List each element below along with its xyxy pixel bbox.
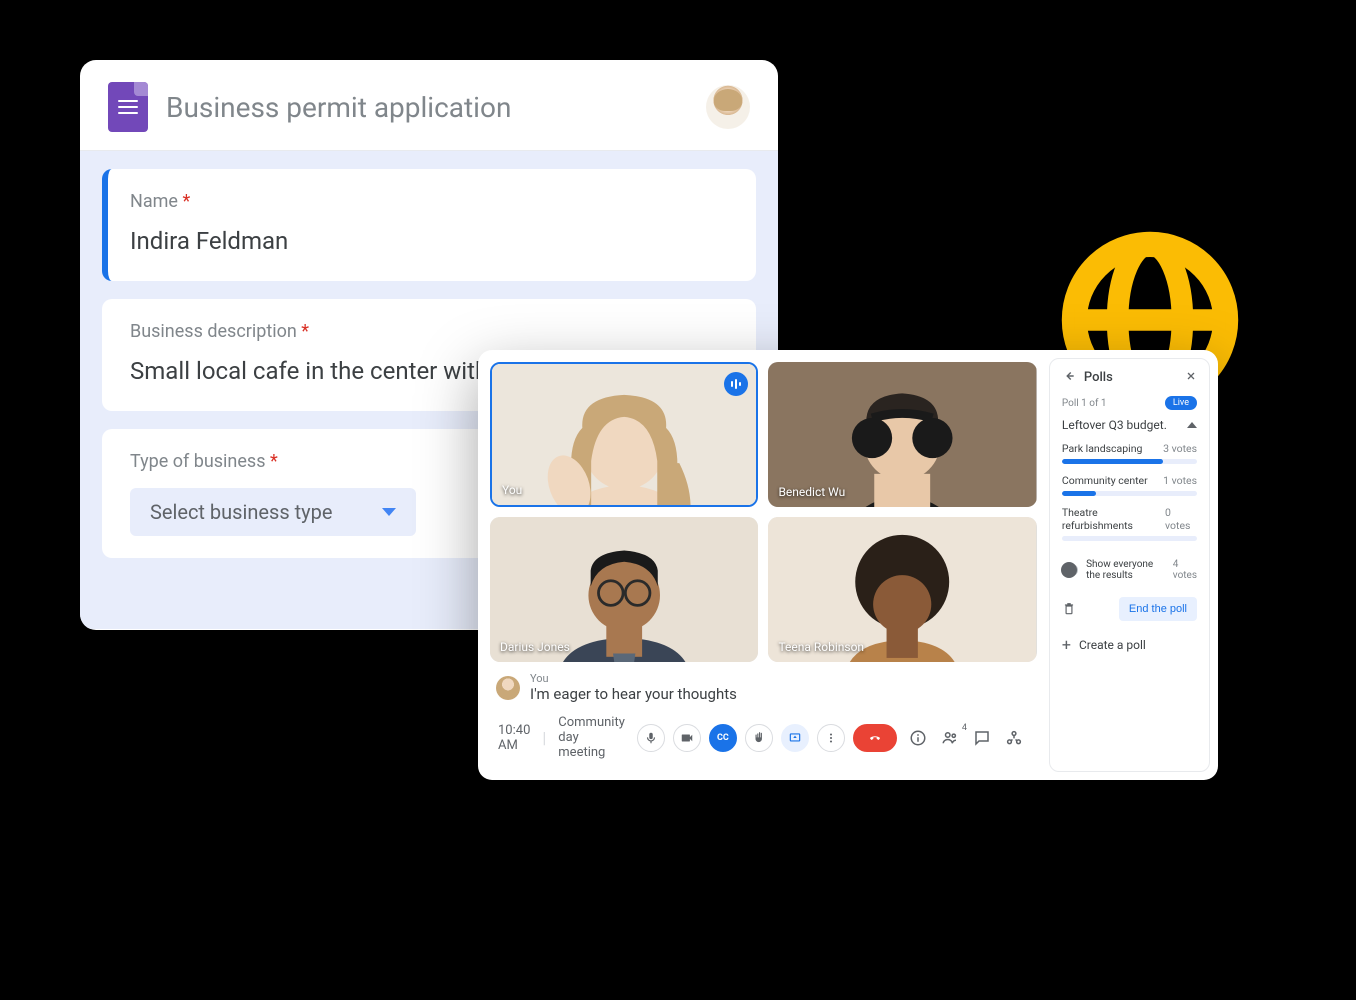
caption-row: You I'm eager to hear your thoughts xyxy=(490,662,1037,705)
option-bar xyxy=(1062,491,1096,496)
create-poll-label: Create a poll xyxy=(1079,638,1146,652)
option-bar xyxy=(1062,459,1163,464)
delete-poll-icon[interactable] xyxy=(1062,602,1076,616)
show-results-label: Show everyone the results xyxy=(1086,559,1165,581)
side-panel-icons: 4 xyxy=(909,729,1029,747)
option-label: Theatre refurbishments xyxy=(1062,506,1165,532)
polls-title: Polls xyxy=(1084,370,1177,385)
option-label: Community center xyxy=(1062,474,1148,487)
end-poll-button[interactable]: End the poll xyxy=(1119,597,1197,621)
meeting-controls: CC xyxy=(637,724,897,752)
user-avatar[interactable] xyxy=(706,85,750,129)
poll-question: Leftover Q3 budget. xyxy=(1062,418,1167,432)
meet-main: You Benedict Wu xyxy=(478,350,1049,780)
close-icon[interactable] xyxy=(1185,370,1197,385)
meet-footer: 10:40 AM | Community day meeting CC xyxy=(490,705,1037,772)
business-type-select[interactable]: Select business type xyxy=(130,488,416,536)
end-call-button[interactable] xyxy=(853,724,897,752)
meeting-time: 10:40 AM xyxy=(498,723,530,753)
question-label: Business description * xyxy=(130,321,728,342)
chevron-up-icon xyxy=(1187,422,1197,428)
plus-icon: + xyxy=(1062,635,1071,654)
poll-question-row[interactable]: Leftover Q3 budget. xyxy=(1062,418,1197,432)
poll-option[interactable]: Theatre refurbishments 0 votes xyxy=(1062,506,1197,541)
chevron-down-icon xyxy=(382,508,396,516)
poll-actions: End the poll xyxy=(1062,597,1197,621)
polls-panel: Polls Poll 1 of 1 Live Leftover Q3 budge… xyxy=(1049,358,1210,772)
create-poll-button[interactable]: + Create a poll xyxy=(1062,635,1197,654)
activities-icon[interactable] xyxy=(1005,729,1023,747)
option-votes: 1 votes xyxy=(1163,474,1197,487)
poll-number: Poll 1 of 1 xyxy=(1062,398,1107,409)
tile-name-label: Darius Jones xyxy=(500,640,570,654)
question-value[interactable]: Indira Feldman xyxy=(130,224,728,259)
show-results-toggle[interactable] xyxy=(1062,564,1078,576)
total-votes: 4 votes xyxy=(1173,559,1197,581)
option-votes: 0 votes xyxy=(1165,506,1197,532)
poll-option[interactable]: Park landscaping 3 votes xyxy=(1062,442,1197,464)
question-name[interactable]: Name * Indira Feldman xyxy=(102,169,756,281)
poll-meta: Poll 1 of 1 Live xyxy=(1062,396,1197,410)
caption-text: I'm eager to hear your thoughts xyxy=(530,685,737,703)
caption-speaker: You xyxy=(530,672,737,685)
live-badge: Live xyxy=(1165,396,1197,410)
show-results-row: Show everyone the results 4 votes xyxy=(1062,559,1197,581)
video-grid: You Benedict Wu xyxy=(490,362,1037,662)
forms-app-icon xyxy=(108,82,148,132)
tile-name-label: Benedict Wu xyxy=(778,485,845,499)
info-icon[interactable] xyxy=(909,729,927,747)
polls-header: Polls xyxy=(1062,369,1197,386)
chat-icon[interactable] xyxy=(973,729,991,747)
question-label: Name * xyxy=(130,191,728,212)
video-tile[interactable]: Benedict Wu xyxy=(768,362,1036,507)
raise-hand-button[interactable] xyxy=(745,724,773,752)
option-votes: 3 votes xyxy=(1163,442,1197,455)
microphone-button[interactable] xyxy=(637,724,665,752)
back-arrow-icon[interactable] xyxy=(1062,369,1076,386)
select-placeholder: Select business type xyxy=(150,500,332,524)
video-tile[interactable]: Teena Robinson xyxy=(768,517,1036,662)
poll-option[interactable]: Community center 1 votes xyxy=(1062,474,1197,496)
tile-name-label: Teena Robinson xyxy=(778,640,864,654)
camera-button[interactable] xyxy=(673,724,701,752)
people-icon[interactable]: 4 xyxy=(941,729,959,747)
forms-title: Business permit application xyxy=(166,91,688,124)
more-options-button[interactable] xyxy=(817,724,845,752)
option-label: Park landscaping xyxy=(1062,442,1143,455)
captions-button[interactable]: CC xyxy=(709,724,737,752)
meeting-name: Community day meeting xyxy=(558,715,625,760)
video-tile[interactable]: Darius Jones xyxy=(490,517,758,662)
tile-name-label: You xyxy=(502,483,522,497)
participant-count-badge: 4 xyxy=(962,723,967,733)
video-tile-self[interactable]: You xyxy=(490,362,758,507)
caption-avatar xyxy=(496,676,520,700)
present-button[interactable] xyxy=(781,724,809,752)
forms-header: Business permit application xyxy=(80,60,778,151)
meet-card: You Benedict Wu xyxy=(478,350,1218,780)
